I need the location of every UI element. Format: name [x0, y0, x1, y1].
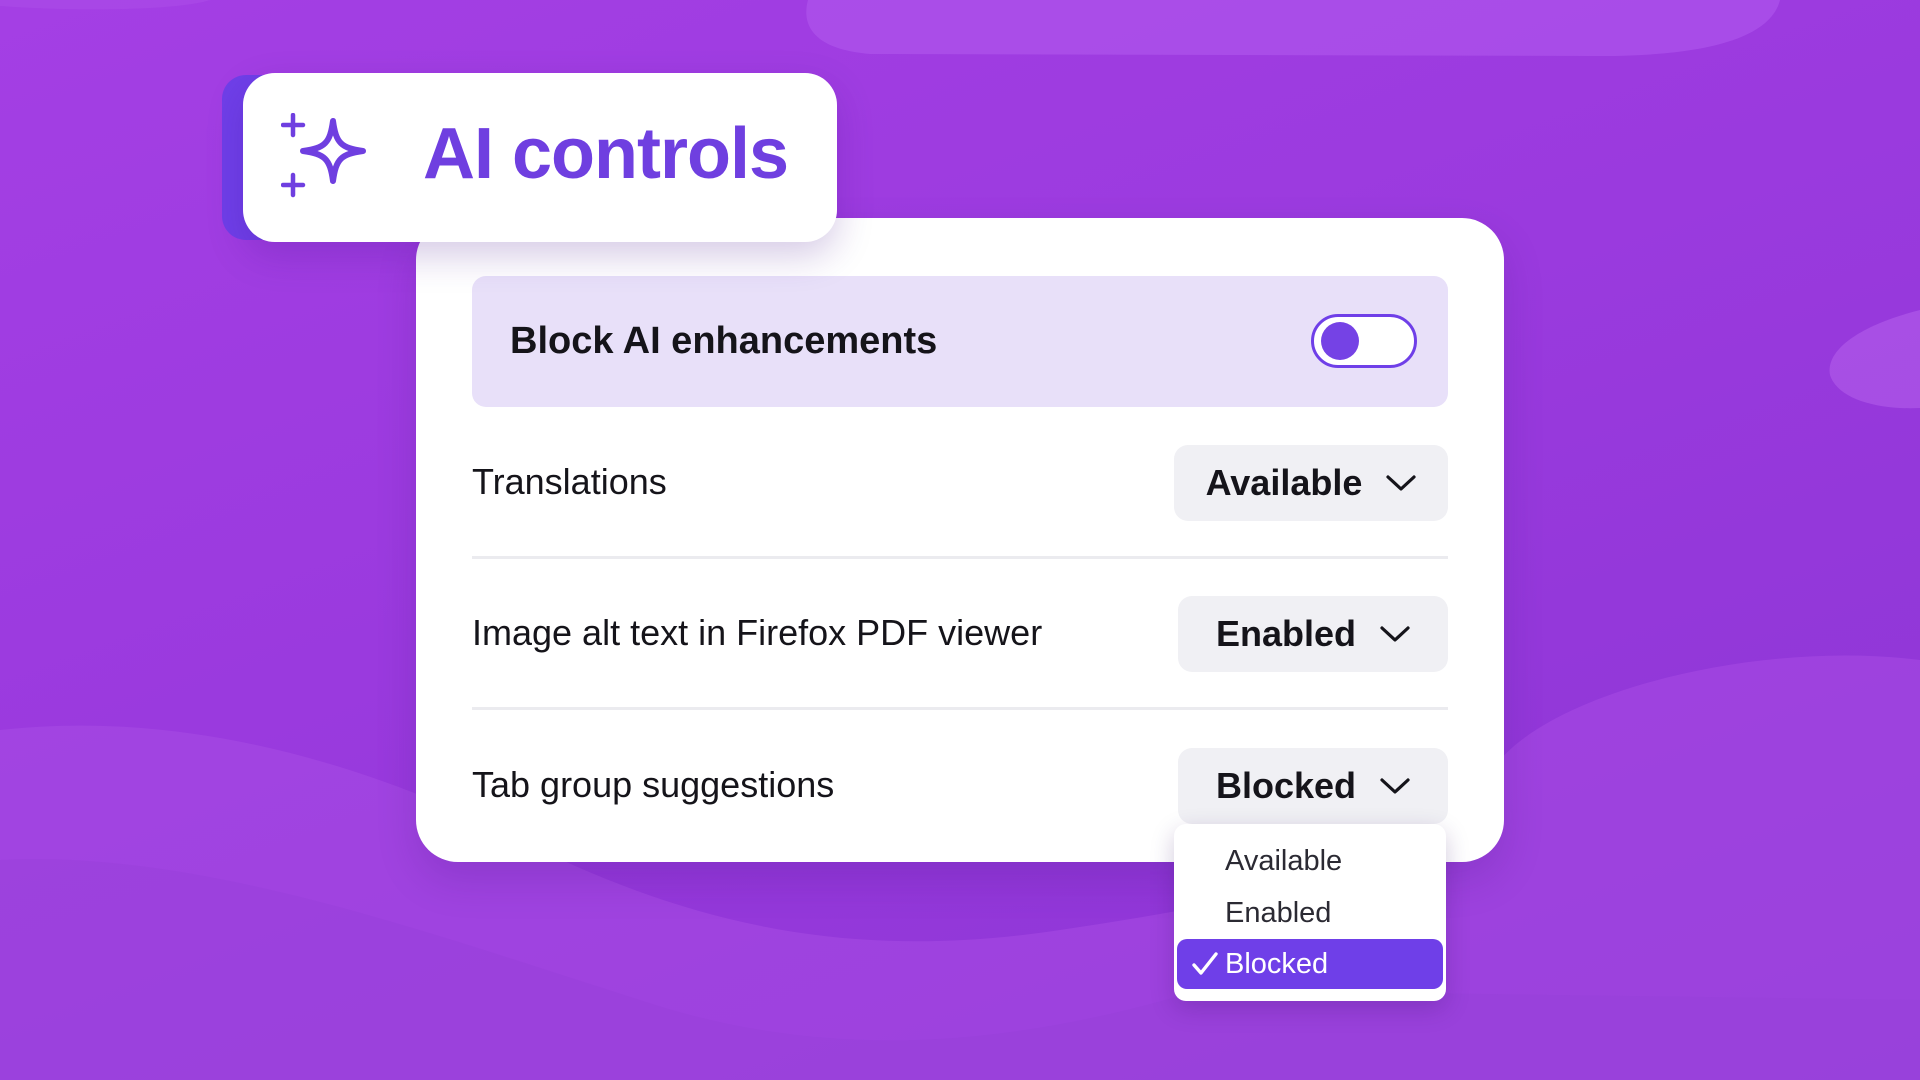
- setting-row-tab-groups: Tab group suggestions Blocked: [472, 748, 1448, 824]
- checkmark-icon: [1192, 952, 1218, 975]
- translations-select-value: Available: [1205, 462, 1363, 503]
- chevron-down-icon: [1380, 626, 1410, 642]
- chevron-down-icon: [1380, 778, 1410, 794]
- pdf-alt-text-select-value: Enabled: [1215, 613, 1357, 654]
- dropdown-option-label: Available: [1225, 844, 1343, 877]
- setting-row-pdf-alt-text: Image alt text in Firefox PDF viewer Ena…: [472, 596, 1448, 672]
- block-ai-toggle[interactable]: [1311, 314, 1417, 368]
- sparkle-icon: [281, 113, 366, 198]
- translations-select[interactable]: Available: [1174, 445, 1448, 521]
- dropdown-option-label: Blocked: [1225, 947, 1329, 980]
- setting-label-tab-groups: Tab group suggestions: [472, 764, 835, 805]
- pdf-alt-text-select[interactable]: Enabled: [1178, 596, 1448, 672]
- block-ai-label: Block AI enhancements: [510, 320, 938, 362]
- tab-groups-select-value: Blocked: [1215, 765, 1357, 806]
- toggle-knob: [1321, 322, 1359, 360]
- row-divider: [472, 556, 1448, 559]
- row-divider: [472, 707, 1448, 710]
- tab-groups-dropdown-menu: Available Enabled Blocked: [1174, 824, 1446, 1001]
- block-ai-row: Block AI enhancements: [472, 276, 1448, 407]
- dropdown-option-enabled[interactable]: Enabled: [1177, 888, 1443, 938]
- setting-row-translations: Translations Available: [472, 445, 1448, 521]
- setting-label-pdf-alt-text: Image alt text in Firefox PDF viewer: [472, 612, 1043, 653]
- page-title: AI controls: [423, 114, 789, 194]
- title-badge: AI controls: [243, 73, 837, 242]
- chevron-down-icon: [1386, 475, 1416, 491]
- tab-groups-select[interactable]: Blocked: [1178, 748, 1448, 824]
- dropdown-option-blocked[interactable]: Blocked: [1177, 939, 1443, 989]
- dropdown-option-label: Enabled: [1225, 896, 1332, 929]
- setting-label-translations: Translations: [472, 461, 667, 502]
- dropdown-option-available[interactable]: Available: [1177, 836, 1443, 886]
- ai-controls-card: Block AI enhancements Translations Avail…: [416, 218, 1504, 862]
